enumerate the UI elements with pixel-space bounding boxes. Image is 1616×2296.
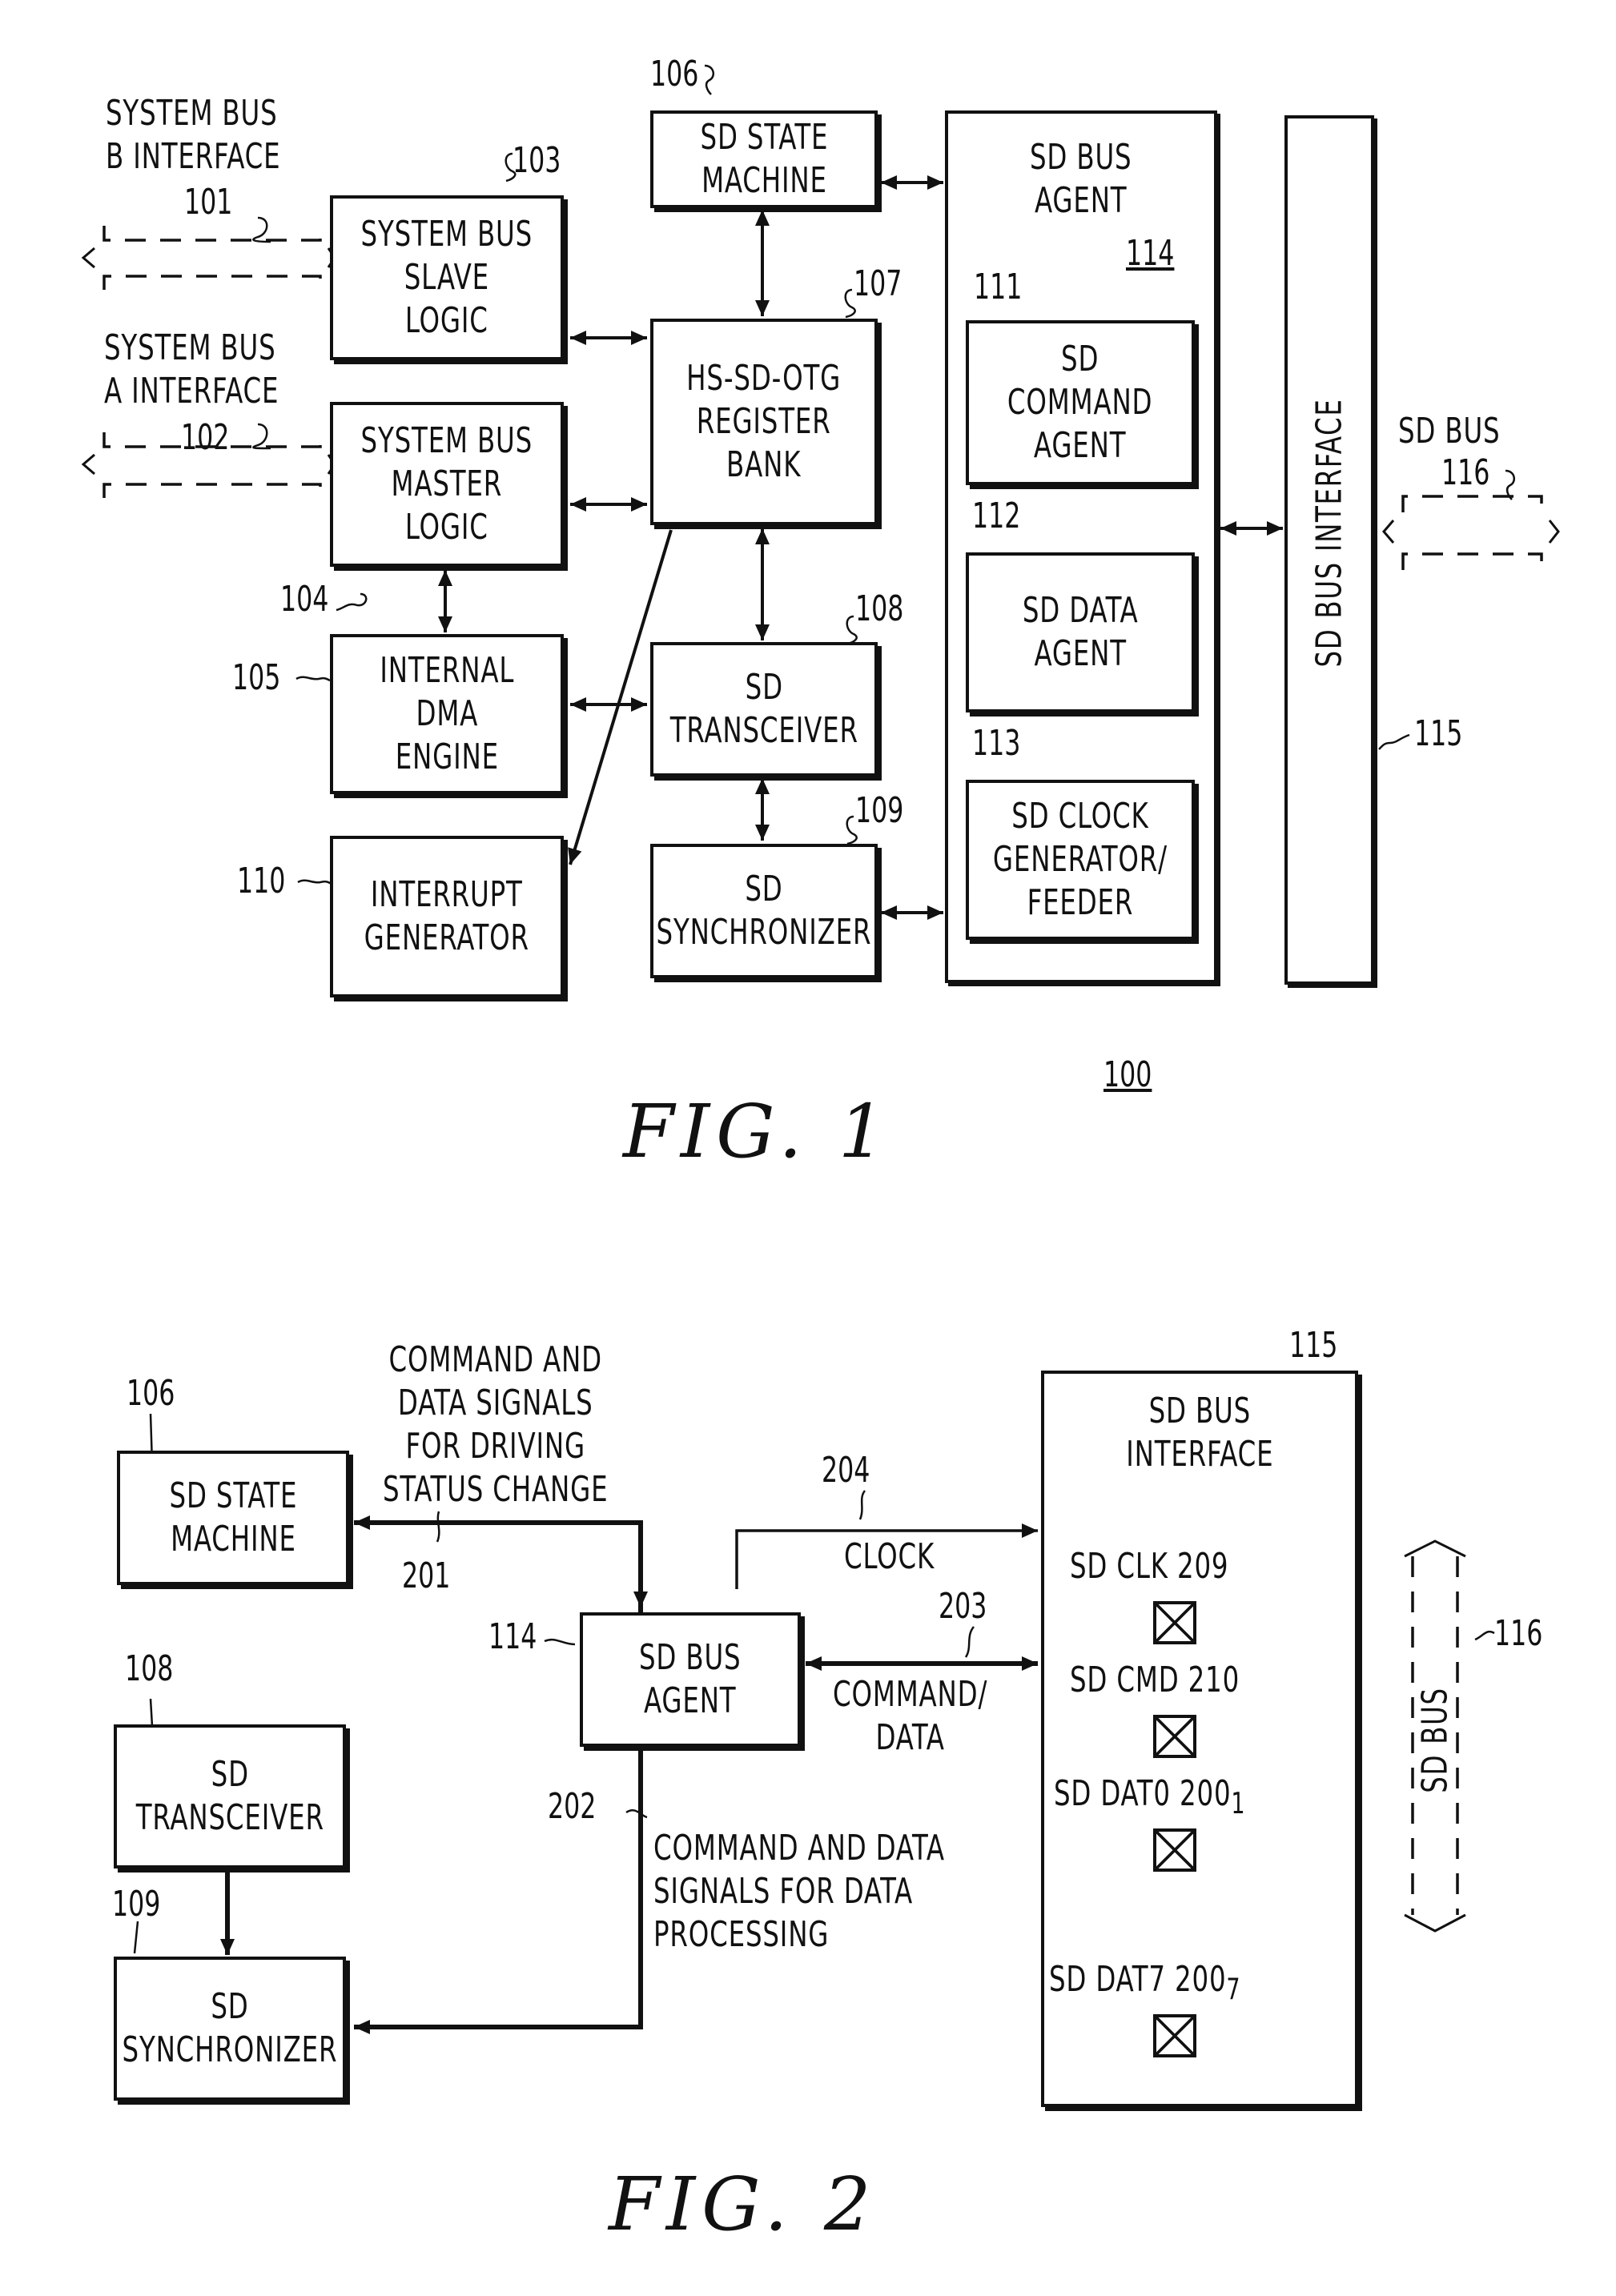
wire-202-processing [354,1728,643,2034]
block-label: SYSTEM BUS SLAVE LOGIC [360,214,533,341]
ref-204: 204 [822,1450,870,1491]
sd-clock-generator-feeder-block[interactable]: SD CLOCK GENERATOR/ FEEDER [966,780,1195,940]
pin-sd-clk-label: SD CLK 209 [1070,1546,1229,1587]
sd-bus-interface-label: SD BUS INTERFACE [1308,398,1350,668]
ref-202: 202 [548,1786,597,1827]
sd-data-agent-block[interactable]: SD DATA AGENT [966,552,1195,712]
ref-113: 113 [972,723,1021,764]
command-data-label: COMMAND/ DATA [833,1674,988,1758]
ref-110: 110 [237,861,286,901]
sd-transceiver-block[interactable]: SD TRANSCEIVER [650,642,878,777]
fig2-ref-115: 115 [1289,1325,1338,1366]
clock-label: CLOCK [844,1536,935,1577]
block-label: SD STATE MACHINE [700,117,828,201]
block-label: INTERNAL DMA ENGINE [380,650,514,777]
block-label: SD STATE MACHINE [169,1475,297,1559]
ref-103: 103 [513,140,561,181]
block-label: SD BUS AGENT [1030,137,1132,221]
pin-sd-dat0-label: SD DAT0 2001 [1054,1772,1245,1825]
bus-b-upper [103,226,322,242]
ref-115: 115 [1414,713,1463,754]
ref-104: 104 [280,579,329,620]
fig2-sd-state-machine-block[interactable]: SD STATE MACHINE [117,1451,349,1585]
pin-label-text: SD DAT7 200 [1049,1959,1227,2000]
sd-command-agent-block[interactable]: SD COMMAND AGENT [966,320,1195,485]
system-bus-a-interface-label: SYSTEM BUS A INTERFACE [104,327,279,411]
sd-bus-label: SD BUS [1398,411,1501,452]
fig2-sd-bus-label: SD BUS [1414,1687,1456,1793]
status-change-signals-label: COMMAND AND DATA SIGNALS FOR DRIVING STA… [383,1339,609,1510]
block-label: SD SYNCHRONIZER [122,1986,338,2070]
bus-b-lower [103,275,322,290]
ref-111: 111 [974,267,1023,307]
pin-subscript: 7 [1226,1971,1241,2006]
fig2-ref-108: 108 [125,1648,174,1689]
fig2-sd-transceiver-block[interactable]: SD TRANSCEIVER [114,1724,346,1869]
figure-1-caption: FIG. 1 [623,1089,892,1174]
system-bus-slave-logic-block[interactable]: SYSTEM BUS SLAVE LOGIC [330,195,564,360]
system-bus-b-interface-label: SYSTEM BUS B INTERFACE [106,93,281,177]
interrupt-generator-block[interactable]: INTERRUPT GENERATOR [330,836,564,997]
ref-112: 112 [972,496,1021,536]
block-label: SD TRANSCEIVER [135,1754,324,1838]
data-processing-signals-label: COMMAND AND DATA SIGNALS FOR DATA PROCES… [653,1828,945,1955]
sd-bus-upper [1401,495,1543,512]
ref-201: 201 [402,1555,451,1596]
block-label: SD DATA AGENT [1022,590,1139,674]
fig2-ref-114: 114 [488,1616,537,1657]
figure-2-caption: FIG. 2 [609,2162,878,2247]
pin-sd-cmd-label: SD CMD 210 [1070,1660,1240,1700]
fig2-sd-bus-agent-block[interactable]: SD BUS AGENT [580,1612,801,1747]
system-bus-master-logic-block[interactable]: SYSTEM BUS MASTER LOGIC [330,402,564,567]
pin-sd-dat7-pad-icon [1153,2014,1196,2057]
pin-sd-dat0-pad-icon [1153,1828,1196,1872]
pin-label-text: SD DAT0 200 [1054,1773,1232,1814]
system-ref-100: 100 [1103,1054,1152,1095]
pin-sd-clk-pad-icon [1153,1601,1196,1644]
sd-synchronizer-block[interactable]: SD SYNCHRONIZER [650,844,878,978]
fig2-ref-109: 109 [112,1884,161,1925]
block-label: HS-SD-OTG REGISTER BANK [686,358,842,485]
sd-state-machine-block[interactable]: SD STATE MACHINE [650,110,878,208]
block-label: SD BUS INTERFACE [1125,1391,1274,1475]
ref-109: 109 [855,790,904,831]
fig2-sd-synchronizer-block[interactable]: SD SYNCHRONIZER [114,1957,346,2101]
fig2-ref-116: 116 [1494,1613,1543,1654]
block-label: SD SYNCHRONIZER [656,869,872,953]
fig2-ref-106: 106 [127,1373,175,1414]
ref-107: 107 [854,263,902,304]
ref-108: 108 [855,588,904,629]
ref-105: 105 [232,657,281,698]
block-label: INTERRUPT GENERATOR [364,874,530,958]
block-label: SYSTEM BUS MASTER LOGIC [360,420,533,548]
ref-203: 203 [939,1586,987,1627]
pin-sd-cmd-pad-icon [1153,1715,1196,1758]
block-label: SD TRANSCEIVER [669,667,858,751]
ref-101: 101 [184,182,233,223]
block-label: SD CLOCK GENERATOR/ FEEDER [993,796,1168,923]
ref-116: 116 [1441,452,1490,493]
block-label: SD COMMAND AGENT [1007,339,1153,466]
bus-a-lower [103,483,322,498]
pin-sd-dat7-label: SD DAT7 2007 [1049,1958,1240,2011]
hs-sd-otg-register-bank-block[interactable]: HS-SD-OTG REGISTER BANK [650,319,878,525]
ref-102: 102 [181,417,230,458]
internal-dma-engine-block[interactable]: INTERNAL DMA ENGINE [330,634,564,794]
block-label: SD BUS AGENT [639,1637,742,1721]
ref-114: 114 [1126,233,1175,274]
ref-106: 106 [650,54,699,94]
pin-subscript: 1 [1231,1785,1246,1820]
sd-bus-lower [1401,552,1543,570]
